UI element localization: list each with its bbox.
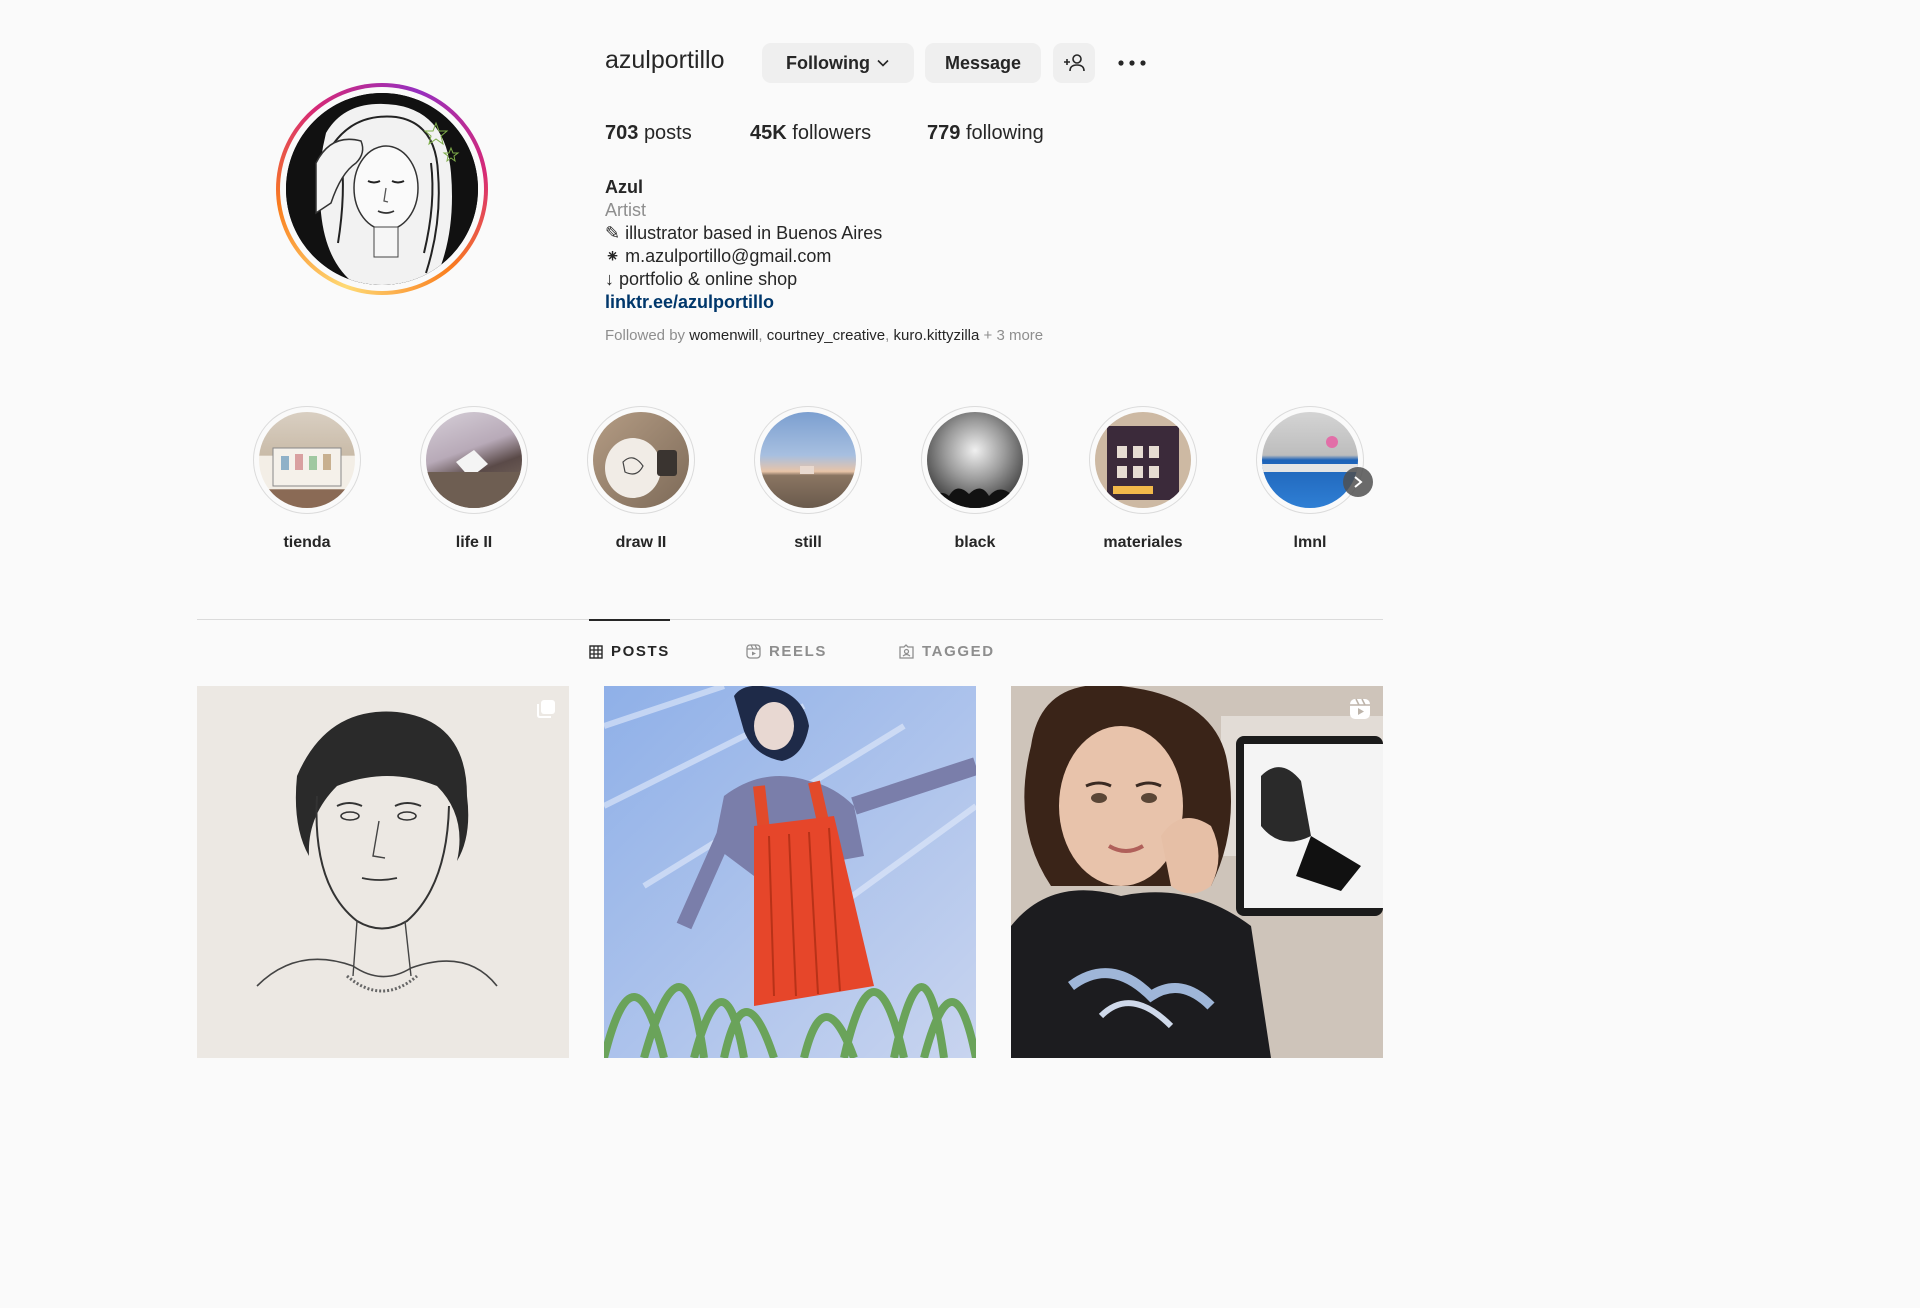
- bio-line: ⁕ m.azulportillo@gmail.com: [605, 246, 832, 266]
- highlights-next-button[interactable]: [1343, 467, 1373, 497]
- tab-posts[interactable]: POSTS: [589, 643, 670, 660]
- highlight-ring: [921, 406, 1029, 514]
- bio-name: Azul: [605, 177, 643, 197]
- highlight-ring: [420, 406, 528, 514]
- post-image: [604, 686, 976, 1058]
- highlight-label: tienda: [283, 534, 331, 551]
- bio-category: Artist: [605, 200, 647, 220]
- chevron-down-icon: [877, 59, 889, 67]
- bio-line: ✎ illustrator based in Buenos Aires: [605, 223, 883, 243]
- tab-label: REELS: [769, 643, 828, 660]
- highlight-ring: [1089, 406, 1197, 514]
- highlight-cover: [1262, 412, 1358, 508]
- highlight-label: still: [794, 534, 822, 551]
- followed-by-user[interactable]: womenwill: [689, 327, 758, 344]
- profile-username: azulportillo: [605, 46, 725, 74]
- message-button[interactable]: Message: [925, 43, 1041, 83]
- add-user-icon: [1064, 54, 1085, 72]
- highlight-label: materiales: [1103, 534, 1183, 551]
- more-options-button[interactable]: [1112, 48, 1152, 78]
- highlight-ring: [253, 406, 361, 514]
- active-tab-indicator: [589, 619, 670, 621]
- highlight-cover: [593, 412, 689, 508]
- post-item[interactable]: [197, 686, 569, 1058]
- highlight-ring: [754, 406, 862, 514]
- highlight-still[interactable]: still: [753, 406, 863, 552]
- avatar[interactable]: [286, 93, 478, 285]
- tab-label: POSTS: [611, 643, 670, 660]
- tabs-divider: [197, 619, 1383, 620]
- highlight-tienda[interactable]: tienda: [252, 406, 362, 552]
- highlight-cover: [760, 412, 856, 508]
- bio-line: ↓ portfolio & online shop: [605, 269, 798, 289]
- tab-tagged[interactable]: TAGGED: [899, 643, 995, 660]
- stat-followers[interactable]: 45K followers: [750, 122, 871, 145]
- followed-by-more: + 3 more: [983, 327, 1044, 344]
- more-options-icon: [1118, 60, 1146, 66]
- highlight-label: draw II: [615, 534, 667, 551]
- followers-label: followers: [792, 122, 872, 144]
- tab-label: TAGGED: [922, 643, 995, 660]
- highlight-cover: [426, 412, 522, 508]
- highlight-ring: [587, 406, 695, 514]
- message-button-label: Message: [944, 52, 1022, 73]
- highlight-materiales[interactable]: materiales: [1088, 406, 1198, 552]
- post-image: [197, 686, 569, 1058]
- highlight-life-ii[interactable]: life II: [419, 406, 529, 552]
- highlight-label: lmnl: [1293, 534, 1327, 551]
- following-count: 779: [927, 122, 961, 144]
- highlight-ring: [1256, 406, 1364, 514]
- add-user-button[interactable]: [1053, 43, 1095, 83]
- carousel-icon: [537, 700, 555, 718]
- highlight-cover: [259, 412, 355, 508]
- post-item[interactable]: [1011, 686, 1383, 1058]
- followed-by[interactable]: Followed by womenwill, courtney_creative…: [605, 327, 1043, 344]
- reels-icon: [746, 644, 761, 659]
- chevron-right-icon: [1354, 476, 1363, 488]
- posts-label: posts: [643, 122, 692, 144]
- highlight-draw-ii[interactable]: draw II: [586, 406, 696, 552]
- post-item[interactable]: [604, 686, 976, 1058]
- bio-link[interactable]: linktr.ee/azulportillo: [605, 291, 882, 314]
- followers-count: 45K: [750, 122, 787, 144]
- post-image: [1011, 686, 1383, 1058]
- followed-by-user[interactable]: kuro.kittyzilla: [894, 327, 980, 344]
- stat-posts: 703 posts: [605, 122, 692, 145]
- avatar-illustration: [286, 93, 478, 285]
- followed-by-prefix: Followed by: [605, 327, 686, 344]
- stat-following[interactable]: 779 following: [927, 122, 1044, 145]
- highlight-cover: [1095, 412, 1191, 508]
- tab-reels[interactable]: REELS: [746, 643, 827, 660]
- reel-icon: [1350, 698, 1370, 719]
- following-label: following: [965, 122, 1044, 144]
- highlight-black[interactable]: black: [920, 406, 1030, 552]
- highlight-cover: [927, 412, 1023, 508]
- profile-bio: Azul Artist ✎ illustrator based in Bueno…: [605, 176, 882, 314]
- grid-icon: [589, 644, 603, 659]
- following-button[interactable]: Following: [762, 43, 914, 83]
- posts-count: 703: [605, 122, 639, 144]
- followed-by-user[interactable]: courtney_creative: [767, 327, 885, 344]
- highlight-label: black: [954, 534, 996, 551]
- tagged-icon: [899, 644, 914, 659]
- highlight-label: life II: [455, 534, 493, 551]
- following-button-label: Following: [786, 52, 870, 73]
- profile-avatar-ring[interactable]: [276, 83, 488, 295]
